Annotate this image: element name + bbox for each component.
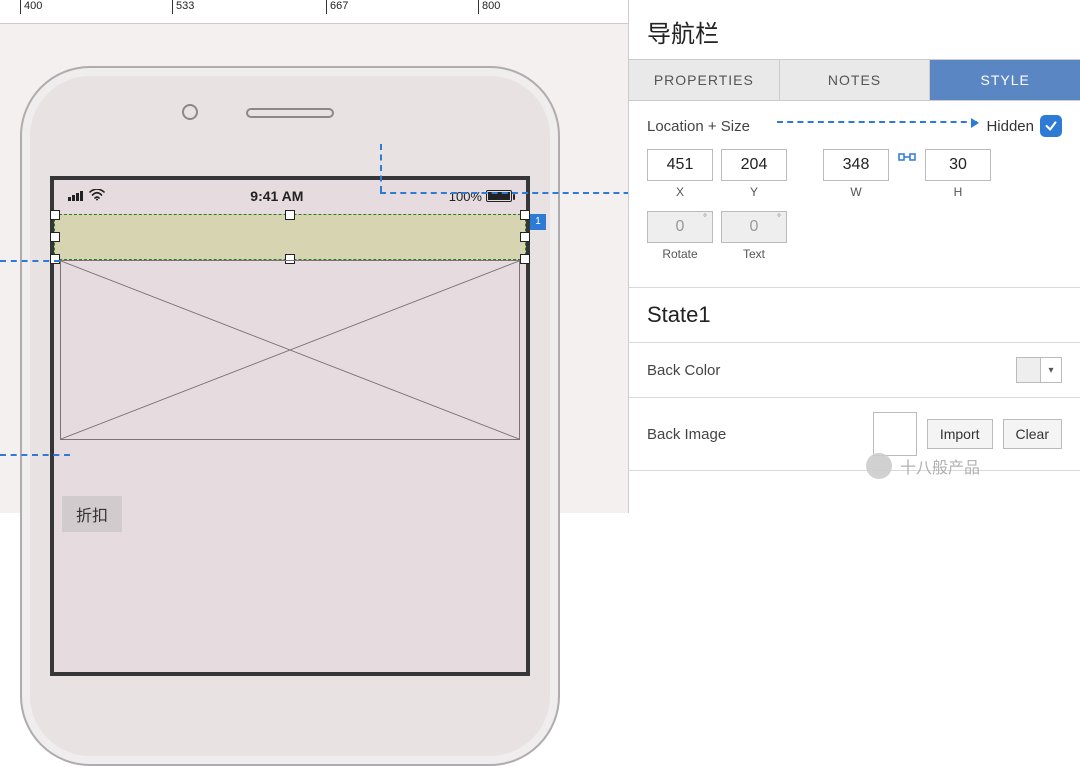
watermark: 十八般产品 [866, 453, 980, 479]
image-placeholder-widget[interactable] [60, 260, 520, 440]
watermark-avatar-icon [866, 453, 892, 479]
resize-handle[interactable] [50, 232, 60, 242]
state-title: State1 [629, 288, 1080, 343]
ruler-tick-667: 667 [330, 0, 348, 12]
import-button[interactable]: Import [927, 419, 993, 449]
y-input[interactable] [721, 149, 787, 181]
resize-handle[interactable] [285, 210, 295, 220]
annotation-line [380, 144, 382, 192]
section-location-size: Location + Size Hidden X Y W [629, 101, 1080, 288]
iphone-frame: 9:41 AM 100% 1 [20, 66, 560, 766]
resize-handle[interactable] [50, 210, 60, 220]
back-color-swatch [1017, 358, 1041, 382]
tab-style[interactable]: STYLE [930, 60, 1080, 100]
resize-handle[interactable] [520, 210, 530, 220]
inspector-title: 导航栏 [629, 0, 1080, 59]
w-label: W [850, 185, 861, 199]
y-label: Y [750, 185, 758, 199]
h-label: H [954, 185, 963, 199]
watermark-text: 十八般产品 [900, 454, 980, 478]
ruler-tick-533: 533 [176, 0, 194, 12]
clear-button[interactable]: Clear [1003, 419, 1062, 449]
inspector-tabs: PROPERTIES NOTES STYLE [629, 59, 1080, 101]
back-color-label: Back Color [647, 362, 720, 379]
status-time: 9:41 AM [250, 188, 303, 204]
phone-screen[interactable]: 9:41 AM 100% 1 [50, 176, 530, 676]
resize-handle[interactable] [50, 254, 60, 264]
discount-label-widget[interactable]: 折扣 [62, 496, 122, 532]
selection-order-badge: 1 [530, 214, 546, 230]
back-image-thumbnail[interactable] [873, 412, 917, 456]
status-bar: 9:41 AM 100% [54, 180, 526, 212]
phone-speaker-icon [246, 108, 334, 118]
annotation-line [380, 192, 660, 194]
annotation-line [0, 260, 60, 262]
back-image-label: Back Image [647, 426, 726, 443]
signal-icon [68, 191, 83, 201]
resize-handle[interactable] [520, 254, 530, 264]
wifi-icon [89, 188, 105, 204]
tab-properties[interactable]: PROPERTIES [629, 60, 780, 100]
rotate-label: Rotate [662, 247, 697, 261]
battery-pct: 100% [449, 189, 482, 204]
inspector-panel: 导航栏 PROPERTIES NOTES STYLE Location + Si… [628, 0, 1080, 513]
hidden-label: Hidden [986, 118, 1034, 135]
back-color-picker[interactable]: ▾ [1016, 357, 1062, 383]
hidden-checkbox[interactable] [1040, 115, 1062, 137]
annotation-arrow [777, 121, 977, 123]
resize-handle[interactable] [520, 232, 530, 242]
design-canvas[interactable]: 9:41 AM 100% 1 [0, 24, 628, 513]
tab-notes[interactable]: NOTES [780, 60, 931, 100]
phone-camera-icon [182, 104, 198, 120]
h-input[interactable] [925, 149, 991, 181]
w-input[interactable] [823, 149, 889, 181]
location-size-label: Location + Size [647, 118, 750, 135]
aspect-lock-icon[interactable] [897, 149, 917, 165]
ruler-tick-800: 800 [482, 0, 500, 12]
x-label: X [676, 185, 684, 199]
x-input[interactable] [647, 149, 713, 181]
selected-navbar-widget[interactable] [54, 214, 526, 260]
text-rotate-label: Text [743, 247, 765, 261]
annotation-line [0, 454, 70, 456]
chevron-down-icon: ▾ [1041, 365, 1061, 376]
ruler-tick-400: 400 [24, 0, 42, 12]
back-color-row: Back Color ▾ [629, 343, 1080, 398]
back-image-row: Back Image Import Clear [629, 398, 1080, 471]
